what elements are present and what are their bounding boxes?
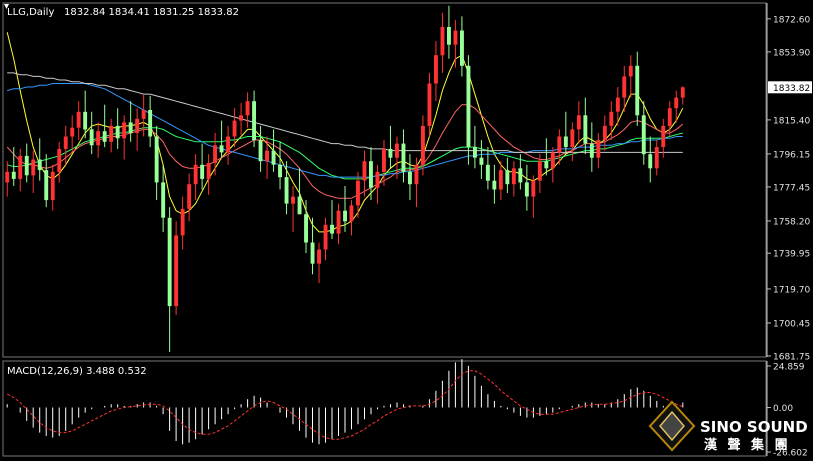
price-tick-label: 1681.75 bbox=[773, 353, 810, 363]
macd-label: MACD(12,26,9) 3.488 0.532 bbox=[7, 366, 147, 377]
price-tick-label: 1853.90 bbox=[773, 48, 810, 58]
price-tick-label: 1872.60 bbox=[773, 15, 810, 25]
macd-tick-label: 0.00 bbox=[773, 404, 793, 414]
chart-canvas[interactable]: LLG,Daily 1832.84 1834.41 1831.25 1833.8… bbox=[0, 0, 813, 461]
symbol-label: LLG,Daily bbox=[7, 7, 54, 18]
logo-text-en: SINO SOUND bbox=[700, 418, 808, 436]
price-tick-label: 1815.40 bbox=[773, 116, 810, 126]
ohlc-readout: 1832.84 1834.41 1831.25 1833.82 bbox=[64, 7, 239, 18]
price-tick-label: 1700.45 bbox=[773, 320, 810, 330]
logo-text-cn: 漢 聲 集 團 bbox=[704, 437, 791, 453]
price-tick-label: 1739.95 bbox=[773, 250, 810, 260]
price-tick-label: 1758.20 bbox=[773, 217, 810, 227]
price-tick-label: 1719.70 bbox=[773, 286, 810, 296]
price-tick-label: 1777.45 bbox=[773, 183, 810, 193]
macd-tick-label: 24.859 bbox=[773, 363, 805, 373]
price-tick-label: 1796.15 bbox=[773, 150, 810, 160]
current-price-label: 1833.82 bbox=[773, 84, 810, 94]
